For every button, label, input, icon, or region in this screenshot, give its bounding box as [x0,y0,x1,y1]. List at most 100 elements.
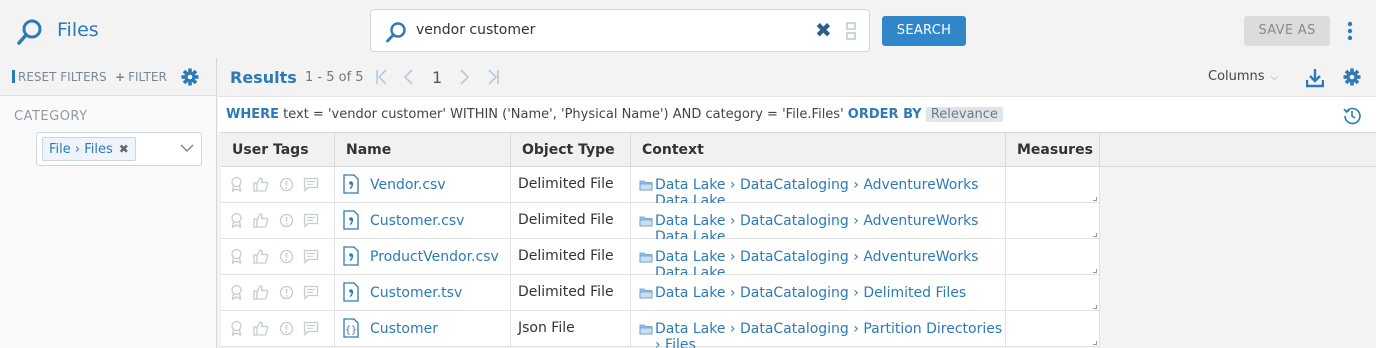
add-filter-label: FILTER [128,70,167,84]
object-type-label: Delimited File [518,284,614,300]
badge-icon[interactable] [229,248,244,265]
table-row[interactable]: {} Customer Json File Data Lake › DataCa… [221,311,1100,348]
search-box[interactable]: vendor customer ✖ [370,9,870,52]
object-type-label: Delimited File [518,248,614,264]
category-chip-label: File › Files [49,142,113,157]
badge-icon[interactable] [229,284,244,301]
folder-icon [639,252,653,263]
app-logo-icon [17,19,42,45]
thumbs-up-icon[interactable] [253,284,269,300]
object-type-label: Delimited File [518,176,614,192]
file-name-link[interactable]: Customer.csv [370,213,464,229]
resize-handle-icon[interactable] [1093,341,1097,345]
search-button[interactable]: SEARCH [882,16,966,46]
app-title: Files [57,19,99,41]
add-filter-button[interactable]: + FILTER [115,70,167,84]
info-icon[interactable] [279,213,294,228]
info-icon[interactable] [279,177,294,192]
user-tags-cell [221,311,335,347]
info-icon[interactable] [279,249,294,264]
chevron-down-icon: ⌵ [1270,72,1279,83]
json-file-icon: {} [343,318,359,338]
file-name-link[interactable]: Customer [370,321,438,337]
table-row[interactable]: ProductVendor.csv Delimited File Data La… [221,239,1100,281]
results-title: Results [230,68,297,87]
table-row[interactable]: Customer.csv Delimited File Data Lake › … [221,203,1100,245]
column-header-measures[interactable]: Measures [1006,133,1100,168]
delimited-file-icon [343,282,359,302]
table-row[interactable]: Vendor.csv Delimited File Data Lake › Da… [221,167,1100,209]
thumbs-up-icon[interactable] [253,320,269,336]
delimited-file-icon [343,174,359,194]
user-tags-cell [221,203,335,239]
last-page-icon[interactable] [486,69,500,85]
results-range: 1 - 5 of 5 [305,70,364,85]
column-header-object-type[interactable]: Object Type [511,133,631,168]
next-page-icon[interactable] [460,69,470,85]
remove-chip-icon[interactable]: ✖ [119,142,129,156]
comment-icon[interactable] [303,321,319,337]
comment-icon[interactable] [303,285,319,301]
resize-handle-icon[interactable] [1093,305,1097,309]
folder-icon [639,180,653,191]
search-input[interactable]: vendor customer [416,22,535,38]
context-path-link[interactable]: Data Lake › DataCataloging › Partition D… [655,321,1007,348]
badge-icon[interactable] [229,212,244,229]
table-header: User Tags Name Object Type Context Measu… [221,132,1376,168]
thumbs-up-icon[interactable] [253,176,269,192]
info-icon[interactable] [279,285,294,300]
column-header-context[interactable]: Context [631,133,1006,168]
filter-panel: RESET FILTERS + FILTER CATEGORY File › Fi… [0,58,217,348]
object-type-label: Delimited File [518,212,614,228]
order-by-value[interactable]: Relevance [925,107,1003,122]
user-tags-cell [221,275,335,311]
save-as-button[interactable]: SAVE AS [1244,16,1330,46]
badge-icon[interactable] [229,176,244,193]
info-icon[interactable] [279,321,294,336]
comment-icon[interactable] [303,213,319,229]
query-bar: WHERE text = 'vendor customer' WITHIN ('… [218,96,1376,132]
gear-icon[interactable] [181,68,199,86]
chevron-down-icon[interactable] [180,143,194,153]
settings-gear-icon[interactable] [1343,68,1361,86]
category-select[interactable]: File › Files ✖ [36,132,202,166]
prev-page-icon[interactable] [403,69,413,85]
clear-search-icon[interactable]: ✖ [815,18,832,42]
context-path-link[interactable]: Data Lake › DataCataloging › Delimited F… [655,285,966,301]
comment-icon[interactable] [303,249,319,265]
filter-toolbar: RESET FILTERS + FILTER [0,58,216,96]
folder-icon [639,324,653,335]
file-name-link[interactable]: Vendor.csv [370,177,446,193]
table-row[interactable]: Customer.tsv Delimited File Data Lake › … [221,275,1100,311]
resize-handle-icon[interactable] [1093,269,1097,273]
measures-cell [1006,239,1100,275]
comment-icon[interactable] [303,177,319,193]
badge-icon[interactable] [229,320,244,337]
columns-label: Columns [1208,69,1265,84]
measures-cell [1006,311,1100,347]
reset-filters-icon [12,70,15,83]
resize-handle-icon[interactable] [1093,233,1097,237]
plus-icon: + [115,70,126,84]
file-name-link[interactable]: ProductVendor.csv [370,249,499,265]
more-options-icon[interactable] [1345,20,1355,42]
reset-filters-button[interactable]: RESET FILTERS [12,70,107,84]
user-tags-cell [221,167,335,203]
thumbs-up-icon[interactable] [253,212,269,228]
measures-cell [1006,167,1100,203]
download-icon[interactable] [1306,68,1324,88]
column-header-user-tags[interactable]: User Tags [221,133,335,168]
columns-dropdown[interactable]: Columns ⌵ [1208,69,1278,84]
resize-handle-icon[interactable] [1093,197,1097,201]
history-icon[interactable] [1342,105,1362,125]
category-chip: File › Files ✖ [42,137,136,161]
thumbs-up-icon[interactable] [253,248,269,264]
first-page-icon[interactable] [375,69,389,85]
column-header-name[interactable]: Name [335,133,511,168]
order-by-keyword: ORDER BY [847,107,922,122]
drag-handle-icon[interactable] [846,22,856,40]
file-name-link[interactable]: Customer.tsv [370,285,462,301]
category-label: CATEGORY [14,109,88,124]
where-keyword: WHERE [226,107,279,122]
search-icon [386,22,406,43]
